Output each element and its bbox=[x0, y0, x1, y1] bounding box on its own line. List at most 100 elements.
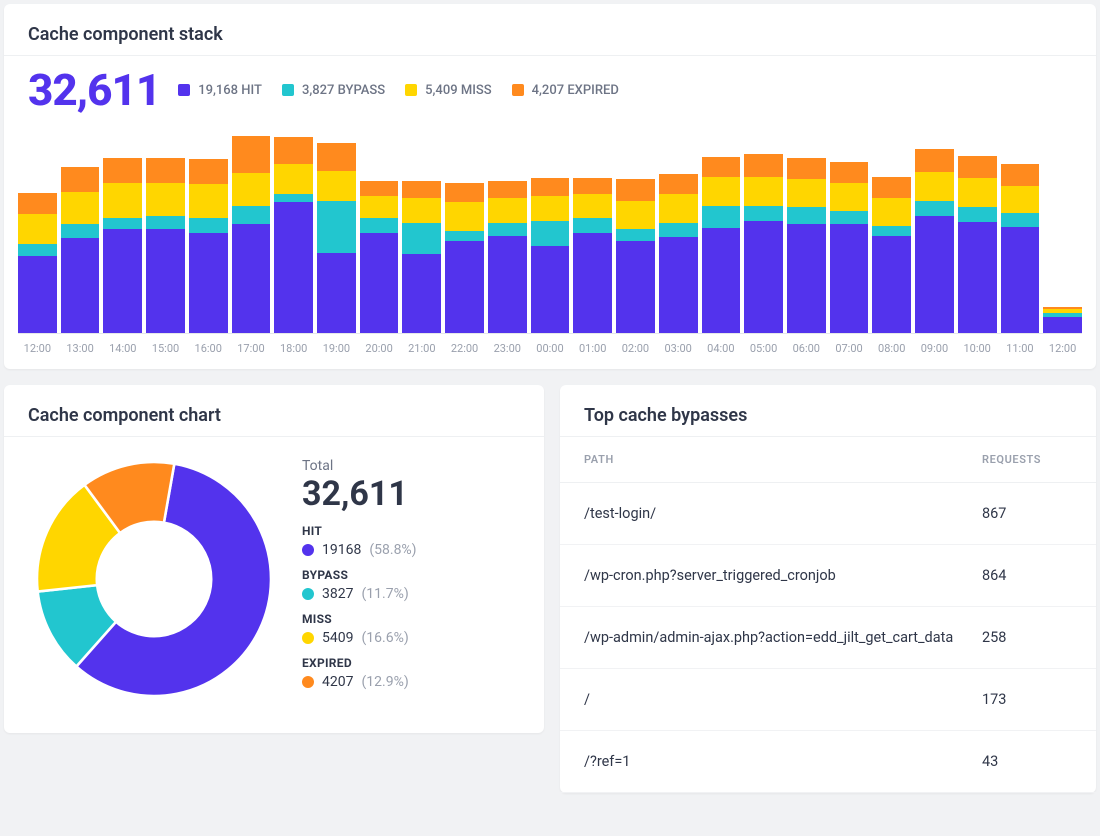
bar-segment bbox=[445, 241, 484, 334]
pie-swatch-icon bbox=[302, 676, 314, 688]
bar-column bbox=[702, 133, 741, 333]
bar-segment bbox=[915, 201, 954, 216]
bar-segment bbox=[702, 206, 741, 229]
bar-segment bbox=[402, 223, 441, 254]
bar-segment bbox=[488, 198, 527, 223]
bar-column bbox=[18, 133, 57, 333]
x-axis-tick: 18:00 bbox=[274, 342, 313, 355]
bar-segment bbox=[274, 164, 313, 194]
table-row[interactable]: /test-login/867 bbox=[560, 483, 1096, 545]
x-axis-tick: 16:00 bbox=[189, 342, 228, 355]
cache-pie-chart bbox=[24, 449, 284, 709]
bar-column bbox=[360, 133, 399, 333]
bar-segment bbox=[616, 201, 655, 230]
pie-legend-name: EXPIRED bbox=[302, 656, 524, 670]
bar-segment bbox=[18, 193, 57, 214]
table-row[interactable]: /wp-admin/admin-ajax.php?action=edd_jilt… bbox=[560, 607, 1096, 669]
x-axis-tick: 12:00 bbox=[1043, 342, 1082, 355]
bar-segment bbox=[274, 202, 313, 333]
bar-segment bbox=[915, 172, 954, 201]
swatch-miss-icon bbox=[405, 84, 417, 96]
x-axis-tick: 15:00 bbox=[146, 342, 185, 355]
pie-legend-percent: (16.6%) bbox=[361, 630, 408, 646]
cache-stack-card: Cache component stack 32,611 19,168 HIT … bbox=[4, 4, 1096, 369]
legend-expired-label: 4,207 EXPIRED bbox=[532, 83, 619, 98]
x-axis-tick: 01:00 bbox=[573, 342, 612, 355]
pie-legend-value: 5409 bbox=[322, 630, 353, 646]
bar-segment bbox=[958, 222, 997, 333]
bar-column bbox=[787, 133, 826, 333]
bar-segment bbox=[744, 221, 783, 334]
pie-legend-percent: (12.9%) bbox=[361, 674, 408, 690]
bar-segment bbox=[744, 206, 783, 221]
bypass-path: /wp-cron.php?server_triggered_cronjob bbox=[584, 567, 982, 584]
bar-column bbox=[402, 133, 441, 333]
bar-segment bbox=[445, 202, 484, 231]
bar-segment bbox=[744, 177, 783, 206]
bar-segment bbox=[61, 167, 100, 192]
bar-segment bbox=[787, 207, 826, 225]
bar-segment bbox=[702, 228, 741, 333]
bar-segment bbox=[573, 218, 612, 233]
cache-stack-total: 32,611 bbox=[28, 64, 160, 116]
table-row[interactable]: /?ref=143 bbox=[560, 731, 1096, 793]
bar-segment bbox=[189, 233, 228, 333]
bar-segment bbox=[274, 194, 313, 202]
bar-column bbox=[1001, 133, 1040, 333]
pie-legend-item: HIT19168(58.8%) bbox=[302, 524, 524, 558]
x-axis-tick: 20:00 bbox=[360, 342, 399, 355]
table-row[interactable]: /173 bbox=[560, 669, 1096, 731]
pie-swatch-icon bbox=[302, 588, 314, 600]
bar-segment bbox=[103, 158, 142, 183]
pie-legend-value: 4207 bbox=[322, 674, 353, 690]
bar-segment bbox=[787, 179, 826, 207]
pie-legend-item: EXPIRED 4207 (12.9%) bbox=[302, 656, 524, 690]
x-axis-tick: 14:00 bbox=[103, 342, 142, 355]
bar-segment bbox=[402, 181, 441, 199]
bar-segment bbox=[402, 254, 441, 333]
bar-segment bbox=[531, 196, 570, 221]
bar-segment bbox=[573, 233, 612, 333]
bar-segment bbox=[360, 218, 399, 233]
x-axis-tick: 08:00 bbox=[872, 342, 911, 355]
x-axis-tick: 04:00 bbox=[702, 342, 741, 355]
bypass-path: / bbox=[584, 691, 982, 708]
bar-segment bbox=[1001, 164, 1040, 185]
x-axis-tick: 05:00 bbox=[744, 342, 783, 355]
bar-segment bbox=[872, 177, 911, 198]
legend-hit-label: 19,168 HIT bbox=[198, 83, 262, 98]
bar-segment bbox=[787, 224, 826, 333]
bar-segment bbox=[830, 183, 869, 211]
bar-segment bbox=[659, 174, 698, 194]
bar-segment bbox=[702, 157, 741, 177]
bar-column bbox=[189, 133, 228, 333]
bypass-requests: 258 bbox=[982, 629, 1072, 646]
bar-segment bbox=[18, 214, 57, 244]
bar-segment bbox=[232, 206, 271, 225]
legend-miss: 5,409 MISS bbox=[405, 83, 492, 98]
bar-segment bbox=[360, 233, 399, 333]
cache-stack-legend: 19,168 HIT 3,827 BYPASS 5,409 MISS 4,207… bbox=[178, 83, 619, 98]
bypass-path: /wp-admin/admin-ajax.php?action=edd_jilt… bbox=[584, 629, 982, 646]
bar-segment bbox=[317, 253, 356, 333]
bar-segment bbox=[1001, 186, 1040, 214]
bar-segment bbox=[830, 162, 869, 183]
pie-legend-name: HIT bbox=[302, 524, 524, 538]
bar-column bbox=[317, 133, 356, 333]
pie-legend-value: 3827 bbox=[322, 586, 353, 602]
cache-pie-legend: Total 32,611 HIT19168(58.8%)BYPASS3827(1… bbox=[302, 458, 524, 700]
table-row[interactable]: /wp-cron.php?server_triggered_cronjob864 bbox=[560, 545, 1096, 607]
bar-segment bbox=[360, 196, 399, 219]
bar-column bbox=[232, 133, 271, 333]
bar-segment bbox=[1001, 213, 1040, 227]
bar-segment bbox=[274, 137, 313, 165]
x-axis-tick: 09:00 bbox=[915, 342, 954, 355]
bar-segment bbox=[915, 216, 954, 334]
bypass-requests: 173 bbox=[982, 691, 1072, 708]
pie-legend-percent: (11.7%) bbox=[361, 586, 408, 602]
x-axis-tick: 23:00 bbox=[488, 342, 527, 355]
bar-column bbox=[488, 133, 527, 333]
bypass-path: /?ref=1 bbox=[584, 753, 982, 770]
bar-segment bbox=[61, 238, 100, 333]
bar-segment bbox=[317, 201, 356, 254]
